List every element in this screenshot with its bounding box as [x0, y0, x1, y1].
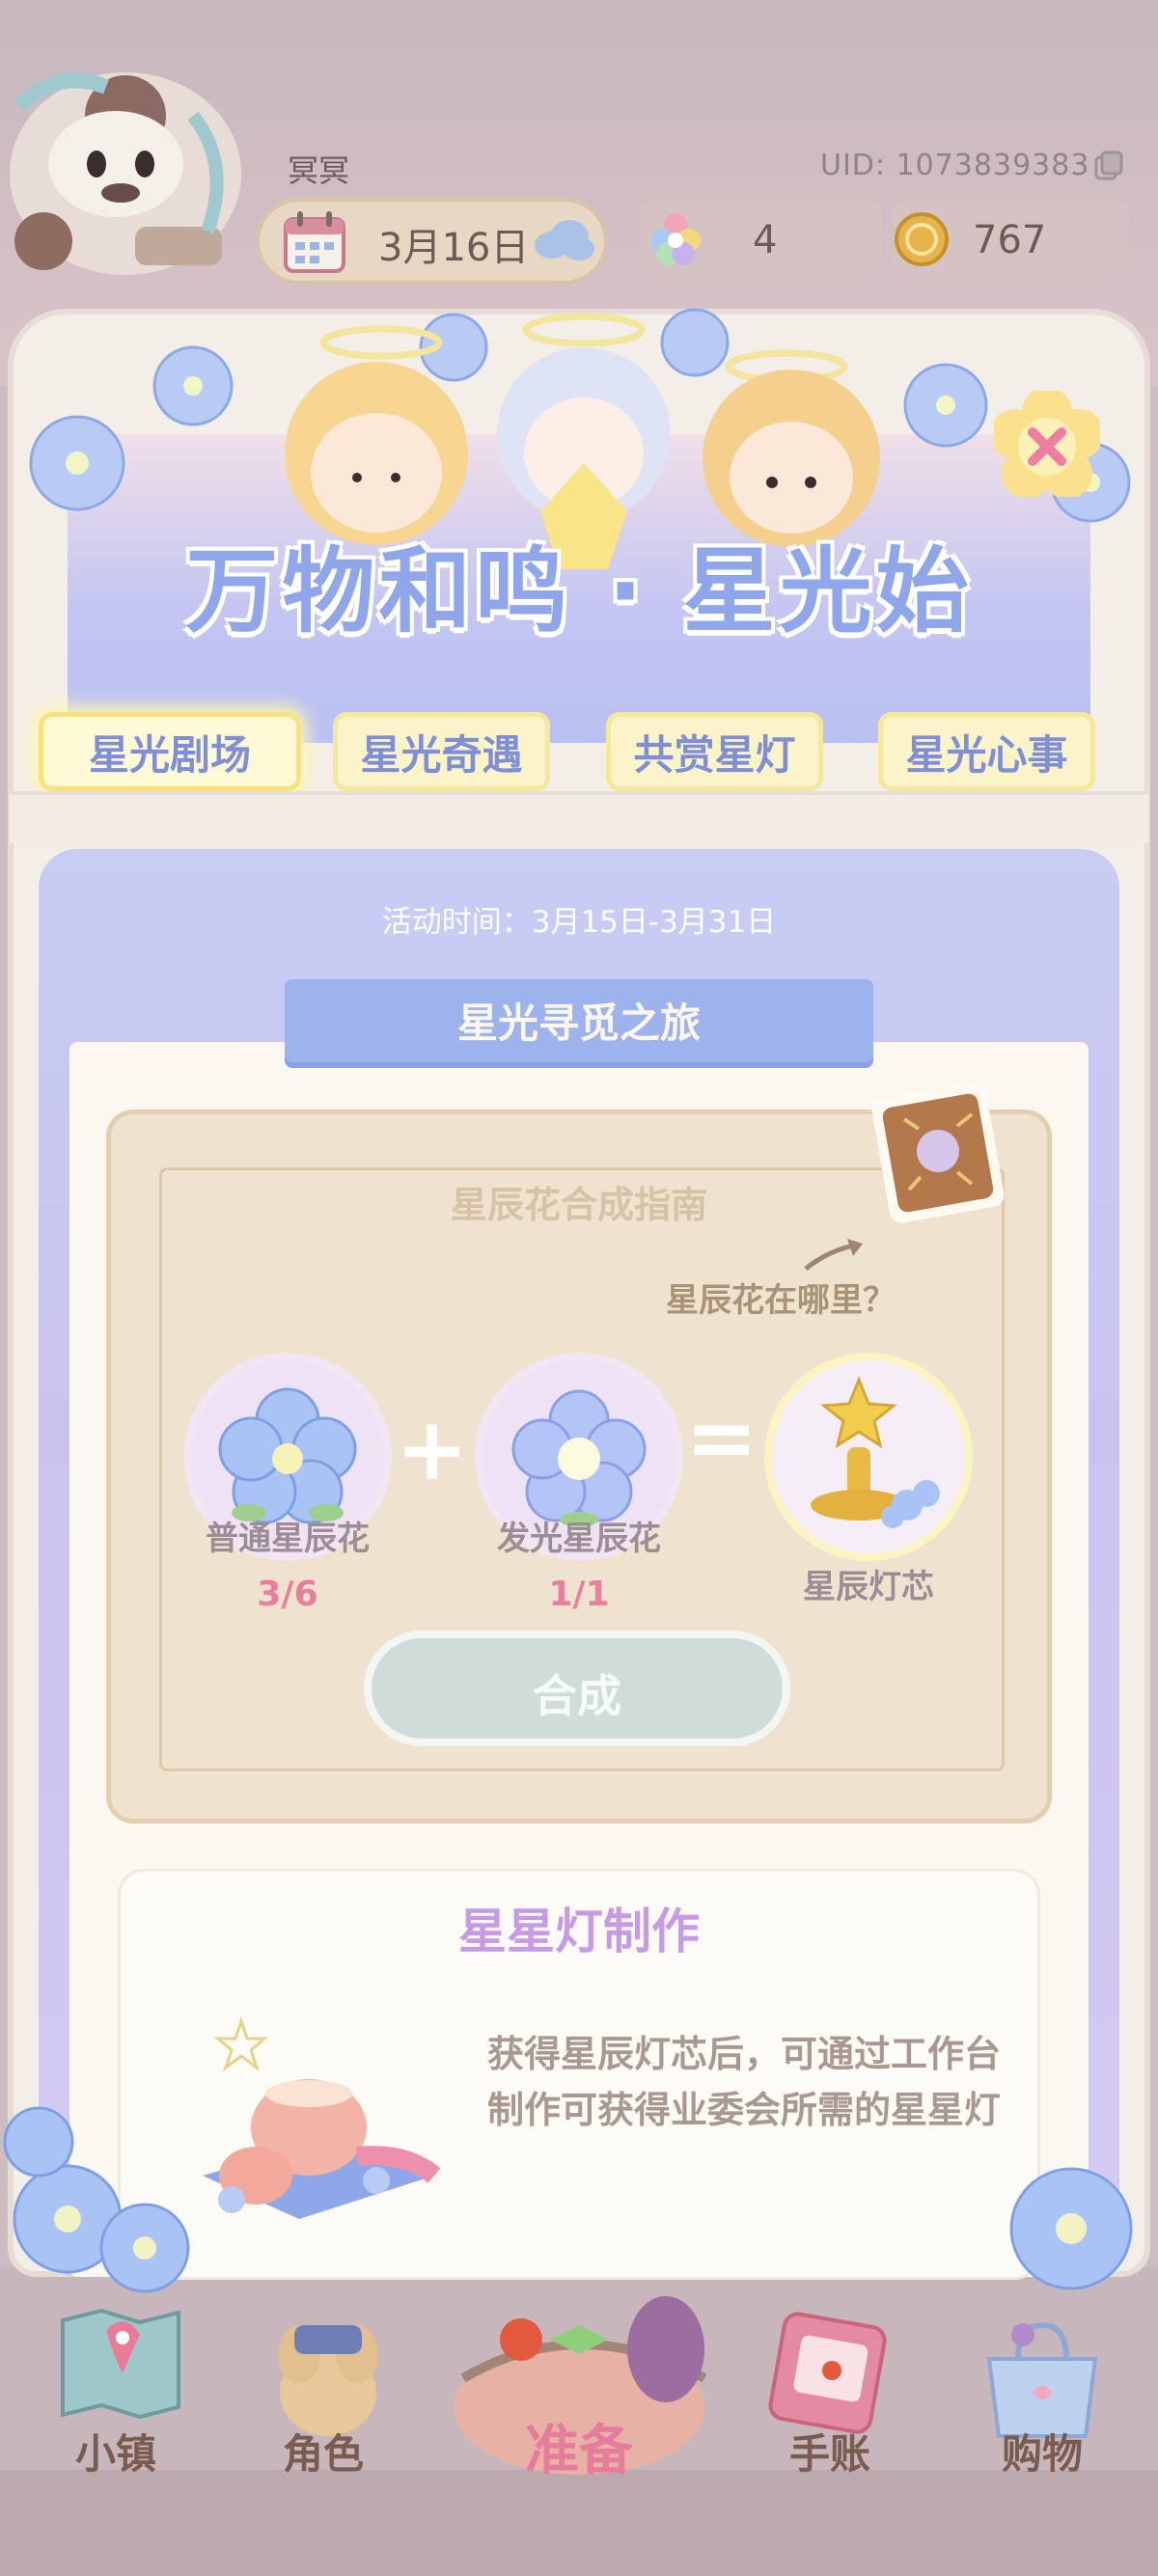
- section-title: 星光寻觅之旅: [456, 1000, 701, 1047]
- coin-count: 767: [973, 218, 1047, 262]
- close-button[interactable]: [994, 391, 1100, 497]
- tab-starlight-theater[interactable]: 星光剧场: [39, 712, 301, 791]
- arrow-icon: [804, 1239, 863, 1271]
- event-title: 万物和鸣 · 星光始: [185, 537, 973, 645]
- player-name: 冥冥: [288, 152, 350, 189]
- result-label: 星辰灯芯: [803, 1568, 934, 1606]
- glowing-star-flower-icon: [511, 1389, 647, 1527]
- cloud-icon: [535, 220, 594, 260]
- tab-star-lanterns[interactable]: 共赏星灯: [606, 712, 823, 791]
- gem-count: 4: [753, 218, 778, 262]
- event-time: 活动时间：3月15日-3月31日: [381, 905, 777, 940]
- ingredient-label-normal: 普通星辰花: [206, 1520, 370, 1558]
- uid-text: UID: 1073839383: [820, 149, 1090, 182]
- craft-button-label: 合成: [533, 1670, 621, 1722]
- nav-prepare[interactable]: 准备: [492, 2407, 666, 2485]
- ingredient-count-glowing: 1/1: [548, 1575, 610, 1614]
- tab-starlight-encounter[interactable]: 星光奇遇: [333, 712, 550, 791]
- nav-town[interactable]: 小镇: [29, 2422, 203, 2480]
- guide-book-icon[interactable]: [861, 1076, 1015, 1230]
- coin-icon: [895, 212, 949, 266]
- guide-hint-link[interactable]: 星辰花在哪里？: [666, 1274, 896, 1321]
- nav-notebook[interactable]: 手账: [743, 2422, 917, 2480]
- star-lamp-wick-icon: [811, 1375, 940, 1528]
- calendar-icon: [284, 211, 345, 273]
- lamp-description: 获得星辰灯芯后，可通过工作台制作可获得业委会所需的星星灯: [487, 2033, 1002, 2131]
- nav-character[interactable]: 角色: [236, 2422, 410, 2480]
- lamp-title: 星星灯制作: [458, 1904, 700, 1959]
- copy-icon[interactable]: [1092, 150, 1125, 182]
- tab-shelf: [10, 791, 1148, 843]
- normal-star-flower-icon: [218, 1387, 357, 1524]
- nav-shopping[interactable]: 购物: [955, 2422, 1129, 2480]
- corner-flowers-right: [1009, 2167, 1133, 2290]
- ingredient-label-glowing: 发光星辰花: [497, 1520, 661, 1558]
- avatar[interactable]: [0, 48, 251, 289]
- tab-starlight-thoughts[interactable]: 星光心事: [878, 712, 1095, 791]
- gem-icon: [650, 213, 701, 265]
- ingredient-count-normal: 3/6: [257, 1575, 318, 1614]
- date-text: 3月16日: [378, 226, 530, 270]
- corner-flowers-left: [3, 2106, 190, 2293]
- equals-sign: =: [685, 1387, 758, 1489]
- plus-sign: +: [396, 1399, 469, 1500]
- lamp-illustration: [203, 2016, 441, 2219]
